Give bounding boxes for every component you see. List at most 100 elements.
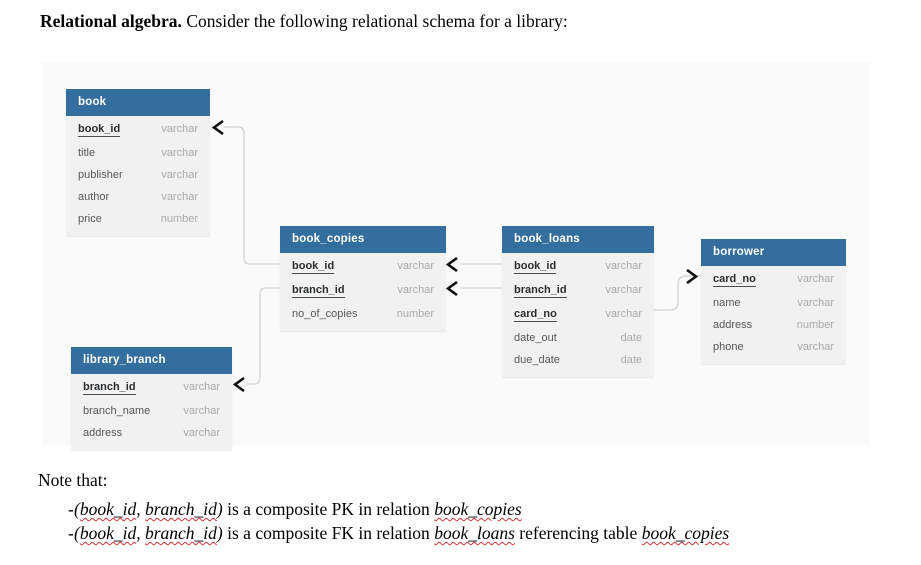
- attribute-type: varchar: [605, 284, 642, 296]
- notes-list: -(book_id, branch_id) is a composite PK …: [38, 497, 729, 545]
- attribute-type: varchar: [183, 427, 220, 439]
- attribute-type: date: [620, 354, 642, 366]
- list-item: -(book_id, branch_id) is a composite FK …: [38, 521, 729, 545]
- note-relation-a: book_copies: [434, 499, 522, 519]
- attribute-row: card_no varchar: [701, 268, 846, 292]
- attribute-name: due_date: [514, 354, 560, 366]
- attribute-name: card_no: [514, 308, 557, 322]
- entity-book-copies[interactable]: book_copies book_id varchar branch_id va…: [280, 226, 446, 331]
- attribute-type: varchar: [161, 191, 198, 203]
- note-middle-text: is a composite PK in relation: [222, 499, 435, 519]
- entity-book-title: book: [66, 89, 210, 116]
- attribute-name: publisher: [78, 169, 123, 181]
- connector-book-to-book-copies: [224, 126, 280, 265]
- attribute-type: varchar: [605, 260, 642, 272]
- entity-borrower-attributes: card_no varchar name varchar address num…: [701, 266, 846, 364]
- attribute-row: address varchar: [71, 422, 232, 444]
- attribute-name: branch_id: [292, 284, 345, 298]
- attribute-row: phone varchar: [701, 336, 846, 358]
- attribute-type: varchar: [797, 341, 834, 353]
- attribute-row: branch_id varchar: [502, 279, 654, 303]
- attribute-type: varchar: [397, 284, 434, 296]
- attribute-name: branch_name: [83, 405, 151, 417]
- entity-library-branch-attributes: branch_id varchar branch_name varchar ad…: [71, 374, 232, 450]
- crowsfoot-borrower-card-no: [685, 269, 698, 284]
- attribute-type: number: [796, 319, 834, 331]
- note-relation-a: book_loans: [434, 523, 515, 543]
- attribute-row: publisher varchar: [66, 164, 210, 186]
- note-field-b: branch_id: [144, 523, 217, 543]
- attribute-row: book_id varchar: [66, 118, 210, 142]
- attribute-row: no_of_copies number: [280, 303, 446, 325]
- attribute-name: no_of_copies: [292, 308, 358, 320]
- attribute-type: varchar: [797, 297, 834, 309]
- intro-lead: Relational algebra.: [40, 11, 182, 31]
- attribute-name: address: [83, 427, 123, 439]
- attribute-name: address: [713, 319, 753, 331]
- entity-library-branch-title: library_branch: [71, 347, 232, 374]
- entity-book-copies-attributes: book_id varchar branch_id varchar no_of_…: [280, 253, 446, 331]
- attribute-name: book_id: [514, 260, 557, 274]
- attribute-type: varchar: [797, 273, 834, 285]
- note-field-b: branch_id: [144, 499, 217, 519]
- attribute-type: varchar: [183, 405, 220, 417]
- attribute-name: price: [78, 213, 102, 225]
- crowsfoot-library-branch-branch-id: [233, 377, 246, 392]
- attribute-name: title: [78, 147, 96, 159]
- crowsfoot-book-book-id: [212, 120, 225, 135]
- note-field-a: book_id: [79, 523, 137, 543]
- note-relation-b: book_copies: [641, 523, 730, 543]
- attribute-row: book_id varchar: [280, 255, 446, 279]
- attribute-row: branch_id varchar: [71, 376, 232, 400]
- note-tail-text: referencing table: [514, 523, 642, 543]
- attribute-row: date_out date: [502, 327, 654, 349]
- entity-book-loans[interactable]: book_loans book_id varchar branch_id var…: [502, 226, 654, 377]
- intro-rest: Consider the following relational schema…: [181, 11, 568, 31]
- note-middle-text: is a composite FK in relation: [222, 523, 435, 543]
- entity-library-branch[interactable]: library_branch branch_id varchar branch_…: [71, 347, 232, 450]
- attribute-type: number: [396, 308, 434, 320]
- crowsfoot-book-copies-branch-id: [446, 281, 459, 296]
- entity-book-loans-title: book_loans: [502, 226, 654, 253]
- attribute-row: card_no varchar: [502, 303, 654, 327]
- attribute-type: varchar: [161, 169, 198, 181]
- attribute-row: book_id varchar: [502, 255, 654, 279]
- attribute-row: due_date date: [502, 349, 654, 371]
- entity-book-copies-title: book_copies: [280, 226, 446, 253]
- bullet-marker: -: [68, 499, 74, 519]
- attribute-row: price number: [66, 208, 210, 230]
- er-diagram-canvas: book book_id varchar title varchar publi…: [42, 62, 870, 450]
- attribute-type: varchar: [161, 147, 198, 159]
- attribute-type: date: [620, 332, 642, 344]
- list-item: -(book_id, branch_id) is a composite PK …: [38, 497, 729, 521]
- attribute-row: branch_name varchar: [71, 400, 232, 422]
- attribute-name: author: [78, 191, 110, 203]
- attribute-type: number: [160, 213, 198, 225]
- entity-borrower-title: borrower: [701, 239, 846, 266]
- bullet-marker: -: [68, 523, 74, 543]
- attribute-row: author varchar: [66, 186, 210, 208]
- connector-library-branch-to-book-copies: [246, 287, 280, 385]
- entity-borrower[interactable]: borrower card_no varchar name varchar ad…: [701, 239, 846, 364]
- attribute-name: branch_id: [83, 381, 136, 395]
- attribute-name: book_id: [78, 123, 121, 137]
- attribute-type: varchar: [183, 381, 220, 393]
- note-comma: ,: [136, 523, 145, 543]
- entity-book-attributes: book_id varchar title varchar publisher …: [66, 116, 210, 236]
- entity-book-loans-attributes: book_id varchar branch_id varchar card_n…: [502, 253, 654, 377]
- note-comma: ,: [136, 499, 145, 519]
- attribute-row: name varchar: [701, 292, 846, 314]
- note-field-a: book_id: [79, 499, 137, 519]
- attribute-row: branch_id varchar: [280, 279, 446, 303]
- attribute-name: card_no: [713, 273, 756, 287]
- attribute-name: name: [713, 297, 741, 309]
- intro-paragraph: Relational algebra. Consider the followi…: [40, 10, 568, 33]
- attribute-type: varchar: [161, 123, 198, 135]
- attribute-row: address number: [701, 314, 846, 336]
- entity-book[interactable]: book book_id varchar title varchar publi…: [66, 89, 210, 236]
- notes-heading: Note that:: [38, 470, 108, 490]
- attribute-type: varchar: [605, 308, 642, 320]
- attribute-row: title varchar: [66, 142, 210, 164]
- crowsfoot-book-copies-book-id: [446, 257, 459, 272]
- attribute-name: book_id: [292, 260, 335, 274]
